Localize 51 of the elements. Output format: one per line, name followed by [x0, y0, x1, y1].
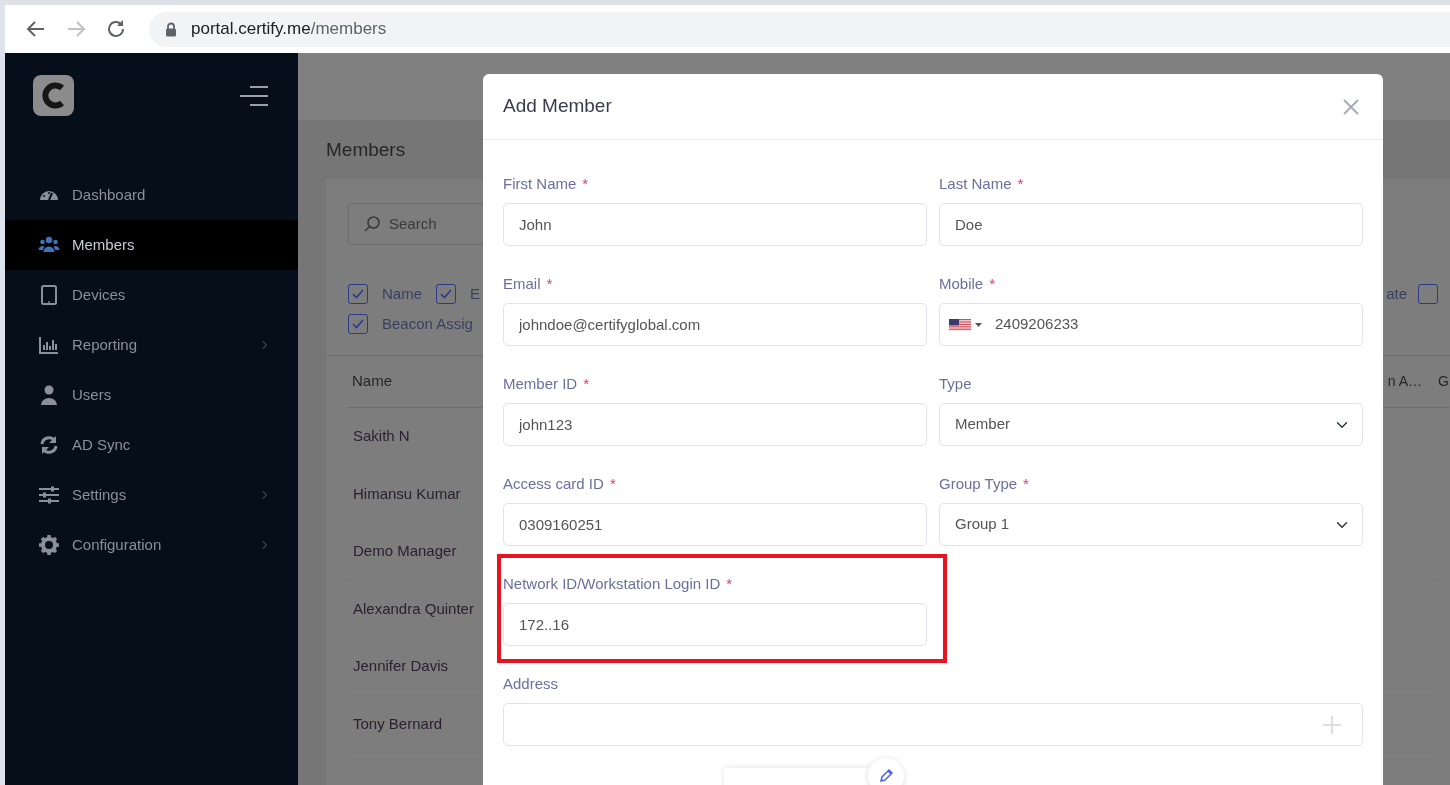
- required-mark: *: [583, 374, 590, 394]
- input-field[interactable]: 0309160251: [503, 503, 927, 546]
- table-cell-text: Sakith N: [353, 426, 410, 446]
- select-field[interactable]: Member: [939, 403, 1363, 446]
- required-mark: *: [1017, 174, 1024, 194]
- sidebar-item[interactable]: Members: [5, 220, 298, 270]
- required-mark: *: [989, 274, 996, 294]
- field-label: Email: [503, 274, 541, 294]
- required-mark: *: [582, 174, 589, 194]
- input-field[interactable]: Doe: [939, 203, 1363, 246]
- sidebar-item[interactable]: Devices: [5, 270, 298, 320]
- sidebar-item[interactable]: Users: [5, 370, 298, 420]
- sidebar-item[interactable]: Dashboard: [5, 170, 298, 220]
- checkbox-label: Name: [382, 284, 422, 304]
- column-header[interactable]: G: [1438, 371, 1449, 392]
- phone-field[interactable]: 2409206233: [939, 303, 1363, 346]
- checkbox-label: ate: [1386, 284, 1407, 304]
- table-cell-text: Demo Manager: [353, 541, 457, 561]
- table-cell-text: Jennifer Davis: [353, 656, 449, 676]
- field-label: Network ID/Workstation Login ID: [503, 574, 721, 594]
- checkbox-label: Beacon Assig: [382, 313, 473, 334]
- field-label: Group Type: [939, 474, 1018, 494]
- page-title: Members: [326, 138, 407, 162]
- input-field[interactable]: John: [503, 203, 927, 246]
- dialog-title: Add Member: [503, 95, 612, 118]
- select-field[interactable]: Group 1: [939, 503, 1363, 546]
- field-label: Member ID: [503, 374, 578, 394]
- table-cell-text: Tony Bernard: [353, 713, 443, 734]
- url-text: portal.certify.me/members: [191, 18, 387, 41]
- address-bar[interactable]: portal.certify.me/members: [149, 11, 1450, 47]
- input-field[interactable]: 172..16: [503, 603, 927, 646]
- input-field[interactable]: john123: [503, 403, 927, 446]
- table-cell-text: Himansu Kumar: [353, 483, 461, 504]
- field-label: Type: [939, 374, 972, 394]
- column-header[interactable]: n A…: [1387, 371, 1423, 392]
- required-mark: *: [726, 574, 733, 594]
- field-label: Access card ID: [503, 474, 604, 494]
- sidebar-item[interactable]: Reporting: [5, 320, 298, 370]
- sidebar-item[interactable]: Configuration: [5, 520, 298, 570]
- required-mark: *: [546, 274, 553, 294]
- field-label: First Name: [503, 174, 577, 194]
- sidebar-item[interactable]: AD Sync: [5, 420, 298, 470]
- checkbox-label: E: [470, 284, 481, 304]
- field-label: Address: [503, 674, 559, 694]
- input-field[interactable]: johndoe@certifyglobal.com: [503, 303, 927, 346]
- required-mark: *: [609, 474, 616, 494]
- field-label: Mobile: [939, 274, 984, 294]
- required-mark: *: [1023, 474, 1029, 494]
- field-label: Last Name: [939, 174, 1012, 194]
- table-cell-text: Alexandra Quinter: [353, 598, 474, 619]
- sidebar-item[interactable]: Settings: [5, 470, 298, 520]
